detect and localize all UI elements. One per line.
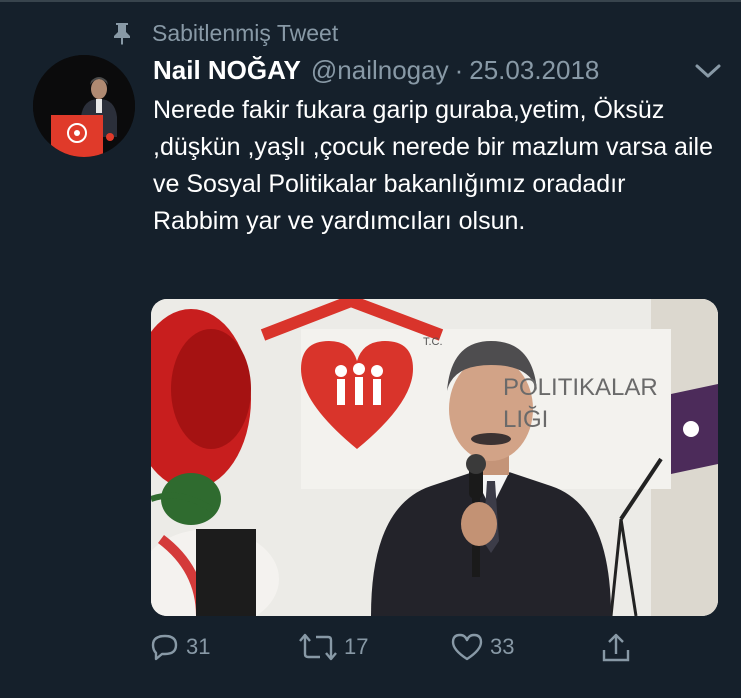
- tweet-date[interactable]: 25.03.2018: [469, 55, 599, 86]
- tweet-actions: 31 17 33: [150, 632, 650, 668]
- chevron-down-icon[interactable]: [692, 58, 724, 84]
- pin-icon: [112, 21, 132, 45]
- like-button[interactable]: 33: [450, 632, 514, 662]
- retweet-icon: [299, 633, 337, 661]
- author-handle[interactable]: @nailnogay: [311, 55, 449, 86]
- sign-text-politikalar: POLITIKALAR: [503, 374, 658, 401]
- reply-button[interactable]: 31: [150, 632, 210, 662]
- top-divider: [0, 0, 741, 2]
- retweet-count: 17: [344, 634, 369, 659]
- like-count: 33: [490, 634, 515, 659]
- tweet-text: Nerede fakir fukara garip guraba,yetim, …: [153, 96, 713, 235]
- sign-text-tc: T.C.: [423, 336, 443, 348]
- avatar[interactable]: [33, 55, 135, 157]
- reply-count: 31: [186, 634, 211, 659]
- share-icon: [602, 633, 630, 662]
- heart-icon: [451, 633, 483, 661]
- author-name[interactable]: Nail NOĞAY: [153, 55, 301, 86]
- share-button[interactable]: [600, 632, 638, 664]
- pinned-label: Sabitlenmiş Tweet: [152, 19, 339, 46]
- tweet-header: Nail NOĞAY @nailnogay · 25.03.2018: [153, 55, 599, 85]
- pinned-indicator: Sabitlenmiş Tweet: [112, 18, 338, 48]
- separator-dot: ·: [454, 54, 464, 85]
- sign-text-ligi: LIĞI: [503, 406, 548, 433]
- retweet-button[interactable]: 17: [298, 632, 368, 662]
- tweet-image[interactable]: T.C. POLITIKALAR LIĞI: [151, 299, 718, 616]
- reply-icon: [151, 634, 178, 661]
